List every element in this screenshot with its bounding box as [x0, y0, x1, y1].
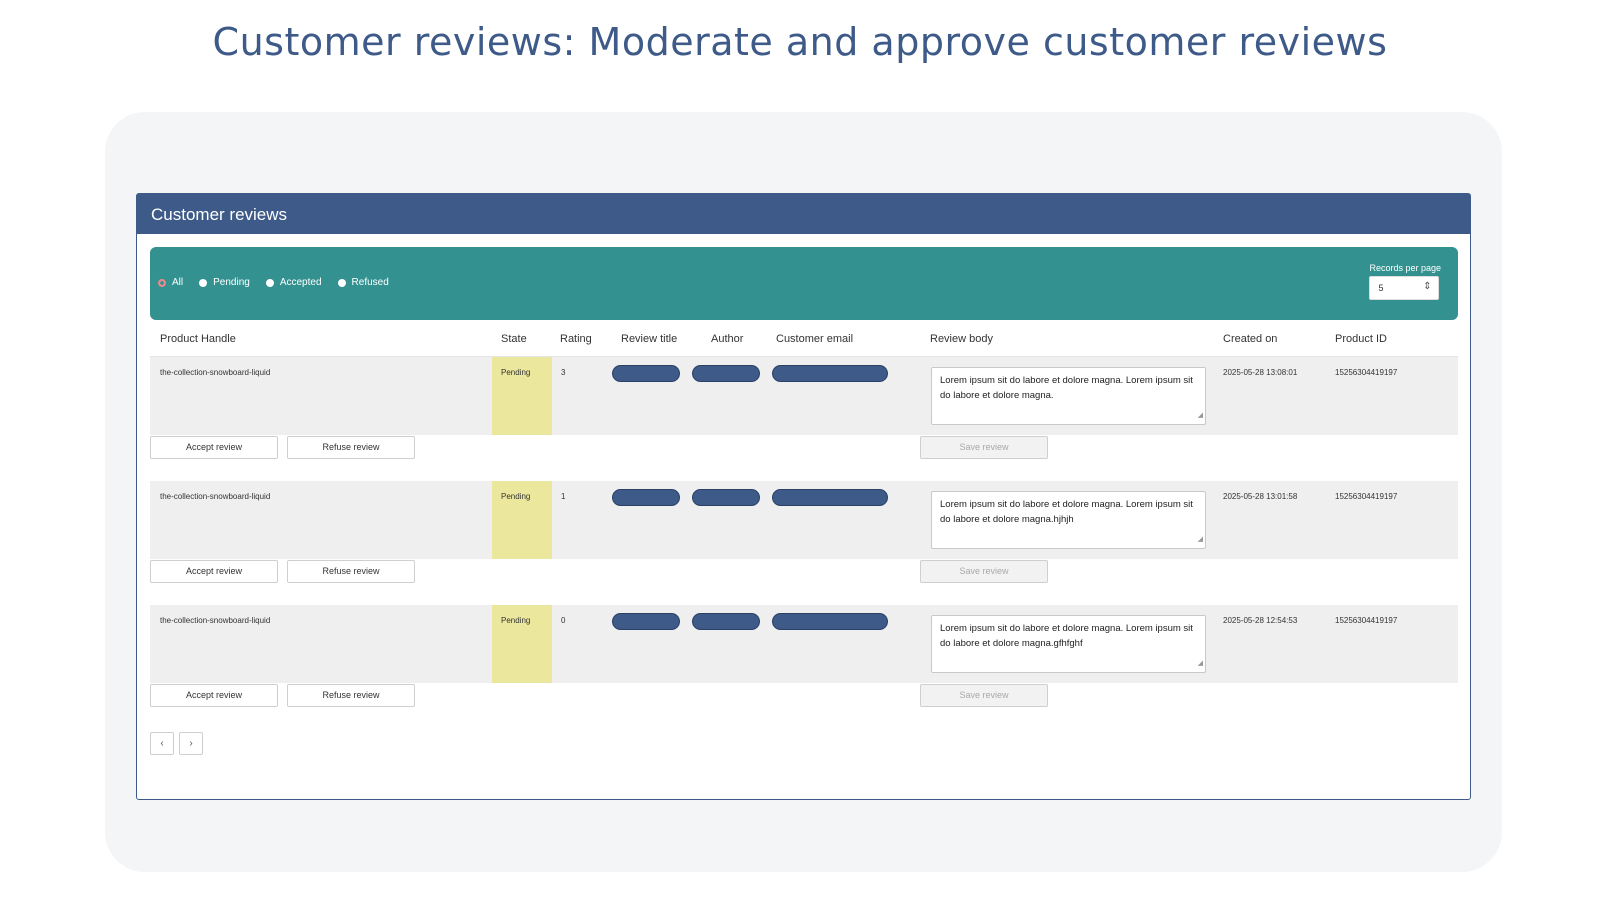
created-on-value: 2025-05-28 12:54:53 — [1223, 616, 1298, 625]
col-review-body: Review body — [930, 333, 993, 345]
refuse-review-button[interactable]: Refuse review — [287, 436, 415, 459]
review-title-redacted — [612, 613, 680, 630]
reviews-panel: Customer reviews All Pending Accepted Re… — [136, 193, 1471, 800]
pagination: ‹ › — [150, 732, 203, 755]
col-customer-email: Customer email — [776, 333, 854, 345]
panel-header: Customer reviews — [137, 194, 1470, 234]
radio-icon — [199, 278, 208, 287]
filter-radio-pending[interactable]: Pending — [199, 277, 250, 288]
col-product-id: Product ID — [1335, 333, 1387, 345]
col-state: State — [501, 333, 527, 345]
rating-value: 1 — [561, 492, 566, 501]
author-redacted — [692, 613, 760, 630]
save-review-button[interactable]: Save review — [920, 560, 1048, 583]
col-created-on: Created on — [1223, 333, 1278, 345]
rating-value: 3 — [561, 368, 566, 377]
records-value: 5 — [1378, 283, 1384, 293]
records-per-page: Records per page 5 ⇕ — [1369, 263, 1441, 300]
next-page-button[interactable]: › — [179, 732, 203, 755]
filter-label: Accepted — [279, 277, 322, 288]
save-review-button[interactable]: Save review — [920, 684, 1048, 707]
review-body-text: Lorem ipsum sit do labore et dolore magn… — [940, 499, 1193, 525]
email-redacted — [772, 613, 888, 630]
review-title-redacted — [612, 489, 680, 506]
radio-selected-icon — [158, 278, 166, 287]
filter-radio-accepted[interactable]: Accepted — [265, 277, 322, 288]
resize-grip-icon[interactable]: ◢ — [1198, 408, 1203, 423]
save-review-button[interactable]: Save review — [920, 436, 1048, 459]
chevron-left-icon: ‹ — [160, 738, 164, 749]
review-body-textarea[interactable]: Lorem ipsum sit do labore et dolore magn… — [931, 491, 1206, 549]
review-body-textarea[interactable]: Lorem ipsum sit do labore et dolore magn… — [931, 367, 1206, 425]
records-per-page-select[interactable]: 5 ⇕ — [1369, 276, 1440, 300]
refuse-review-button[interactable]: Refuse review — [287, 684, 415, 707]
email-redacted — [772, 489, 888, 506]
product-id-value: 15256304419197 — [1335, 492, 1398, 501]
filter-radio-all[interactable]: All — [158, 277, 183, 288]
filter-label: All — [172, 277, 184, 288]
resize-grip-icon[interactable]: ◢ — [1198, 532, 1203, 547]
email-redacted — [772, 365, 888, 382]
accept-review-button[interactable]: Accept review — [150, 684, 278, 707]
state-value: Pending — [501, 492, 531, 501]
product-id-value: 15256304419197 — [1335, 616, 1398, 625]
col-review-title: Review title — [621, 333, 678, 345]
review-body-textarea[interactable]: Lorem ipsum sit do labore et dolore magn… — [931, 615, 1206, 673]
chevron-right-icon: › — [189, 738, 193, 749]
resize-grip-icon[interactable]: ◢ — [1198, 656, 1203, 671]
state-value: Pending — [501, 368, 531, 377]
review-body-text: Lorem ipsum sit do labore et dolore magn… — [940, 623, 1193, 649]
product-id-value: 15256304419197 — [1335, 368, 1398, 377]
page-title: Customer reviews: Moderate and approve c… — [212, 20, 1388, 64]
author-redacted — [692, 489, 760, 506]
product-handle: the-collection-snowboard-liquid — [160, 616, 271, 625]
refuse-review-button[interactable]: Refuse review — [287, 560, 415, 583]
created-on-value: 2025-05-28 13:08:01 — [1223, 368, 1298, 377]
rating-value: 0 — [561, 616, 566, 625]
table-header: Product Handle State Rating Review title… — [150, 320, 1458, 357]
product-handle: the-collection-snowboard-liquid — [160, 368, 271, 377]
accept-review-button[interactable]: Accept review — [150, 436, 278, 459]
accept-review-button[interactable]: Accept review — [150, 560, 278, 583]
prev-page-button[interactable]: ‹ — [150, 732, 174, 755]
author-redacted — [692, 365, 760, 382]
filter-bar: All Pending Accepted Refused Records per… — [150, 247, 1458, 320]
created-on-value: 2025-05-28 13:01:58 — [1223, 492, 1298, 501]
product-handle: the-collection-snowboard-liquid — [160, 492, 271, 501]
state-value: Pending — [501, 616, 531, 625]
col-author: Author — [711, 333, 744, 345]
filter-label: Refused — [351, 277, 389, 288]
radio-icon — [337, 278, 346, 287]
col-product-handle: Product Handle — [160, 333, 236, 345]
review-body-text: Lorem ipsum sit do labore et dolore magn… — [940, 375, 1193, 401]
records-label: Records per page — [1369, 263, 1441, 273]
radio-icon — [265, 278, 274, 287]
reviews-table: Product Handle State Rating Review title… — [150, 320, 1458, 707]
filter-radio-refused[interactable]: Refused — [337, 277, 389, 288]
col-rating: Rating — [560, 333, 592, 345]
state-filter-group: All Pending Accepted Refused — [158, 277, 389, 288]
filter-label: Pending — [213, 277, 250, 288]
review-title-redacted — [612, 365, 680, 382]
updown-chevron-icon: ⇕ — [1423, 281, 1432, 292]
